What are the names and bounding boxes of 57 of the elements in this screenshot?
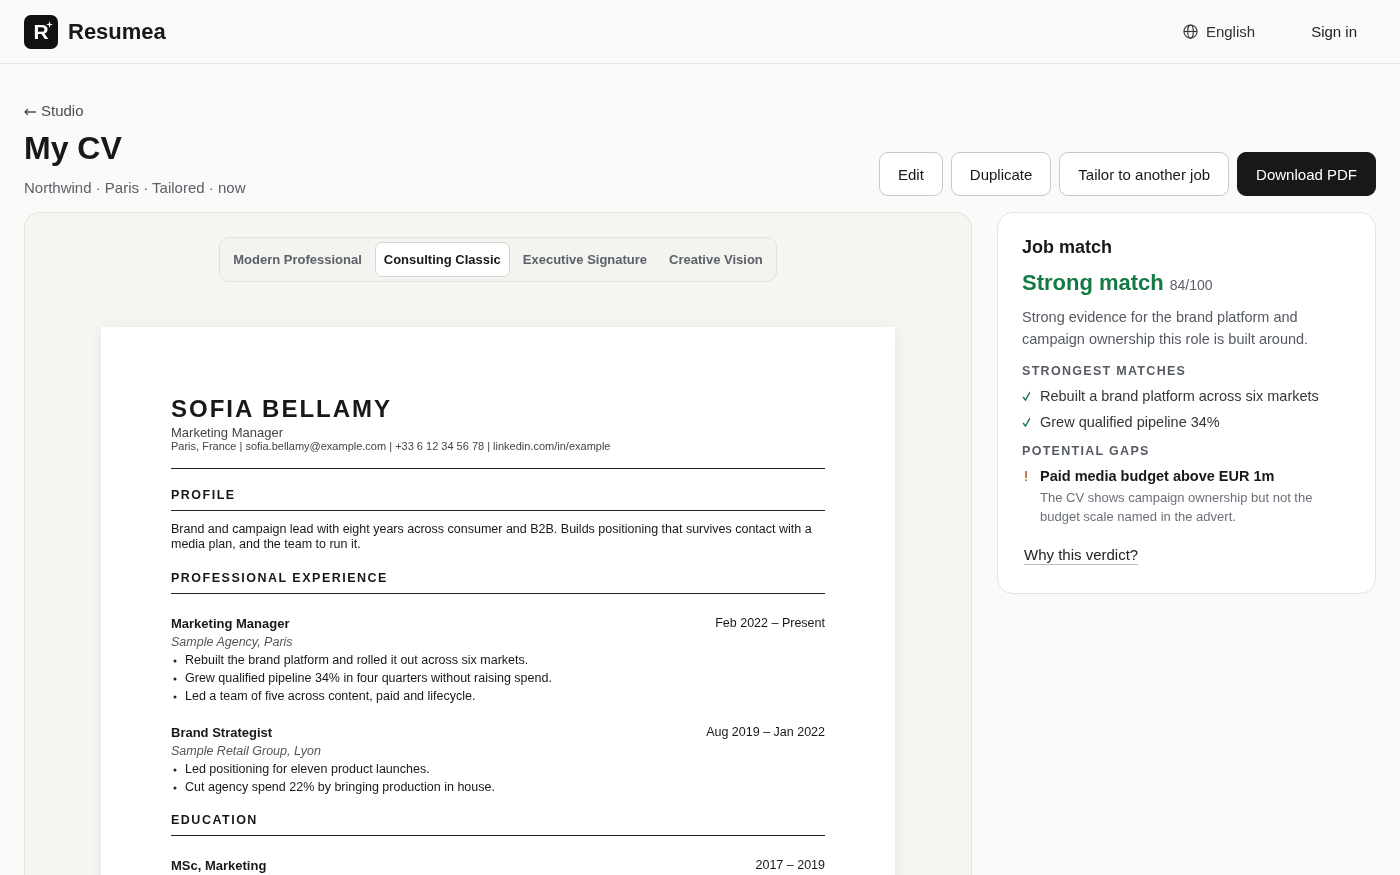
entry-title: Marketing Manager xyxy=(171,616,290,631)
page-title: My CV xyxy=(24,130,123,167)
bullet-icon xyxy=(173,695,177,699)
verdict-link[interactable]: Why this verdict? xyxy=(1024,546,1139,565)
bullet-icon xyxy=(173,768,177,772)
sign-in-button[interactable]: Sign in xyxy=(1311,23,1376,40)
resume-contact: Paris, France | sofia.bellamy@example.com | +33 6 12 34 56 78 | linkedin.com/in/example xyxy=(171,440,612,452)
entry-organization: Sample Retail Group, Lyon xyxy=(171,744,322,758)
page-subtitle: Northwind · Paris · Tailored · now xyxy=(24,179,246,196)
gap-title: Paid media budget above EUR 1m xyxy=(1040,468,1276,484)
resume-name: SOFIA BELLAMY xyxy=(171,395,394,423)
globe-icon xyxy=(1182,24,1198,39)
group-heading: STRONGEST MATCHES xyxy=(1022,364,1188,378)
brand-name: Resumea xyxy=(68,18,166,45)
action-button[interactable]: Duplicate xyxy=(950,152,1052,196)
section-heading: EDUCATION xyxy=(171,813,825,836)
entry-organization: Sample Agency, Paris xyxy=(171,635,294,649)
action-button[interactable]: Tailor to another job xyxy=(1059,152,1230,196)
verdict-summary: Strong evidence for the brand platform and campaign ownership this role is built around. xyxy=(1022,308,1310,349)
gap-detail: The CV shows campaign ownership but not the budget scale named in the advert. xyxy=(1040,489,1314,526)
bullet-icon xyxy=(173,677,177,681)
card-title: Job match xyxy=(1022,237,1114,258)
group-heading: POTENTIAL GAPS xyxy=(1022,444,1151,458)
match-text: Rebuilt a brand platform across six markets xyxy=(1040,388,1319,404)
language-button[interactable]: English xyxy=(1182,23,1256,40)
template-tab[interactable]: Creative Vision xyxy=(660,242,772,277)
back-link[interactable]: Studio xyxy=(24,102,84,119)
arrow-left-icon xyxy=(24,108,36,116)
template-tab[interactable]: Modern Professional xyxy=(224,242,371,277)
entry-title: MSc, Marketing xyxy=(171,858,267,873)
bullet-icon xyxy=(173,659,177,663)
sparkle-icon xyxy=(46,20,53,28)
verdict: Strong match xyxy=(1022,270,1164,296)
logo: R xyxy=(24,14,58,49)
bullet-text: Cut agency spend 22% by bringing production in house. xyxy=(185,780,495,794)
action-button[interactable]: Edit xyxy=(878,152,943,196)
warning-icon xyxy=(1022,471,1030,482)
download-button[interactable]: Download PDF xyxy=(1237,152,1376,196)
check-icon xyxy=(1022,391,1030,402)
score: 84/100 xyxy=(1169,277,1213,293)
bullet-text: Rebuilt the brand platform and rolled it out across six markets. xyxy=(185,653,529,667)
profile-text: Brand and campaign lead with eight years across consumer and B2B. Builds positioning that survives contact with a media plan, and the team to run it. xyxy=(171,522,813,552)
match-text: Grew qualified pipeline 34% xyxy=(1040,414,1220,430)
section-heading: PROFILE xyxy=(171,488,825,511)
entry-dates: Feb 2022 – Present xyxy=(715,616,825,631)
bullet-text: Grew qualified pipeline 34% in four quarters without raising spend. xyxy=(185,671,552,685)
template-tab[interactable]: Executive Signature xyxy=(513,242,657,277)
bullet-text: Led positioning for eleven product launches. xyxy=(185,762,430,776)
entry-title: Brand Strategist xyxy=(171,725,273,740)
bullet-icon xyxy=(173,786,177,790)
entry-dates: 2017 – 2019 xyxy=(755,858,825,873)
bullet-text: Led a team of five across content, paid and lifecycle. xyxy=(185,689,476,703)
resume-role: Marketing Manager xyxy=(171,425,284,440)
check-icon xyxy=(1022,417,1030,428)
entry-dates: Aug 2019 – Jan 2022 xyxy=(706,725,825,740)
template-tab[interactable]: Consulting Classic xyxy=(374,242,510,277)
section-heading: PROFESSIONAL EXPERIENCE xyxy=(171,571,825,594)
